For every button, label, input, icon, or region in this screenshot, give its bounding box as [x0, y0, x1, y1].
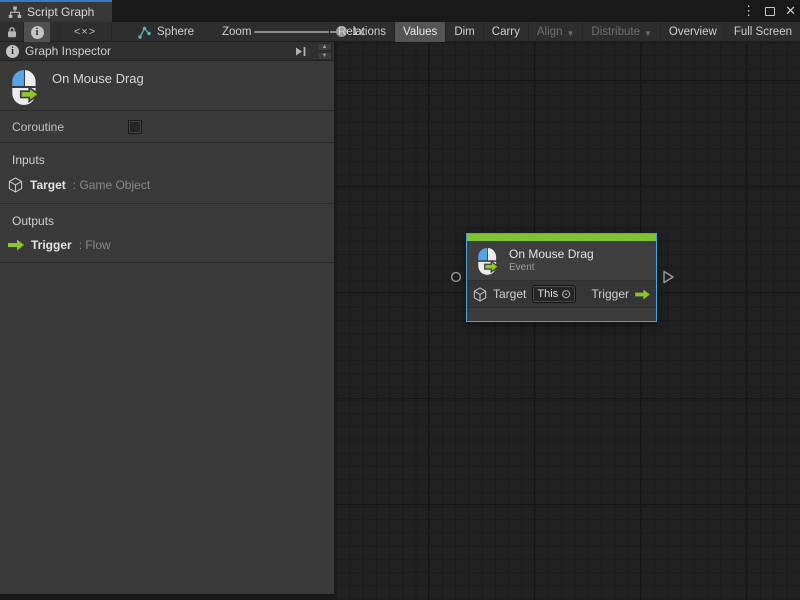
csharp-preview-button[interactable]: <×>: [58, 22, 112, 42]
window-close-icon[interactable]: ✕: [785, 0, 796, 22]
relations-button[interactable]: Relations: [329, 22, 394, 42]
output-type: : Flow: [79, 238, 111, 252]
window-tab-bar: Script Graph ⋮ ✕: [0, 0, 800, 22]
dock-panel-button[interactable]: [295, 46, 308, 57]
carry-button[interactable]: Carry: [483, 22, 528, 42]
chevron-down-icon: ▼: [566, 29, 574, 38]
node-output-label: Trigger: [591, 287, 629, 301]
input-row-target: Target : Game Object: [0, 175, 334, 195]
tab-script-graph[interactable]: Script Graph: [0, 0, 112, 22]
window-menu-icon[interactable]: ⋮: [742, 0, 755, 22]
chevron-down-icon: ▼: [644, 29, 652, 38]
input-type: : Game Object: [73, 178, 150, 192]
tab-title: Script Graph: [27, 5, 94, 19]
event-node-color-bar: [467, 234, 656, 241]
graph-owner-label: Sphere: [157, 26, 194, 38]
graph-asset-icon: [138, 26, 151, 39]
node-input-label: Target: [493, 287, 526, 301]
trigger-output-port[interactable]: [662, 270, 675, 284]
overview-button[interactable]: Overview: [660, 22, 725, 42]
zoom-label: Zoom: [222, 22, 251, 42]
coroutine-row: Coroutine: [0, 111, 334, 143]
info-icon: i: [31, 26, 44, 39]
coroutine-label: Coroutine: [12, 120, 128, 134]
input-name: Target: [30, 178, 66, 192]
scroll-up-button[interactable]: ▲: [317, 43, 332, 51]
distribute-dropdown[interactable]: Distribute ▼: [582, 22, 660, 42]
graph-owner-button[interactable]: Sphere: [132, 22, 218, 42]
node-port-row: Target This ⊙ Trigger: [467, 280, 656, 308]
target-input-port[interactable]: [450, 271, 462, 283]
script-graph-icon: [8, 6, 22, 19]
distribute-label: Distribute: [591, 26, 640, 38]
graph-inspector-panel: i Graph Inspector ▲ ▼ On Mouse Drag Coro…: [0, 42, 335, 597]
graph-toolbar: i <×> Sphere Zoom 1x Relations Values Di…: [0, 22, 800, 42]
cube-icon: [8, 177, 23, 193]
values-button[interactable]: Values: [394, 22, 445, 42]
target-object-value: This: [537, 288, 558, 300]
fullscreen-button[interactable]: Full Screen: [725, 22, 800, 42]
node-footer: [467, 308, 656, 321]
align-label: Align: [537, 26, 563, 38]
align-dropdown[interactable]: Align ▼: [528, 22, 583, 42]
graph-inspector-title: Graph Inspector: [25, 44, 111, 58]
flow-arrow-icon: [8, 239, 24, 251]
inspector-toggle-button[interactable]: i: [24, 22, 50, 42]
dim-button[interactable]: Dim: [445, 22, 482, 42]
graph-canvas[interactable]: On Mouse Drag Event Target This ⊙ Trigge…: [336, 42, 800, 600]
relations-label: Relations: [338, 26, 386, 38]
node-title: On Mouse Drag: [509, 247, 594, 262]
on-mouse-drag-icon: [475, 247, 501, 275]
lock-icon: [6, 26, 18, 38]
values-label: Values: [403, 26, 437, 38]
inspected-node-header: On Mouse Drag: [0, 61, 334, 111]
inputs-title: Inputs: [0, 150, 334, 175]
dim-label: Dim: [454, 26, 474, 38]
info-icon: i: [6, 45, 19, 58]
lock-button[interactable]: [0, 22, 24, 42]
outputs-section: Outputs Trigger : Flow: [0, 204, 334, 263]
fullscreen-label: Full Screen: [734, 26, 792, 38]
flow-arrow-icon: [635, 289, 650, 300]
on-mouse-drag-icon: [8, 69, 42, 105]
scroll-down-button[interactable]: ▼: [317, 52, 332, 60]
overview-label: Overview: [669, 26, 717, 38]
inputs-section: Inputs Target : Game Object: [0, 143, 334, 204]
graph-inspector-header: i Graph Inspector: [0, 42, 334, 61]
object-picker-icon[interactable]: ⊙: [561, 288, 571, 300]
target-object-field[interactable]: This ⊙: [532, 285, 576, 303]
coroutine-checkbox[interactable]: [128, 120, 142, 134]
panel-scroll-spinner: ▲ ▼: [317, 43, 332, 60]
node-header: On Mouse Drag Event: [467, 241, 656, 280]
on-mouse-drag-node[interactable]: On Mouse Drag Event Target This ⊙ Trigge…: [466, 233, 657, 322]
cube-icon: [473, 287, 487, 302]
output-name: Trigger: [31, 238, 72, 252]
carry-label: Carry: [492, 26, 520, 38]
inspected-node-title: On Mouse Drag: [52, 69, 144, 86]
outputs-title: Outputs: [0, 211, 334, 236]
output-row-trigger: Trigger : Flow: [0, 236, 334, 254]
code-icon: <×>: [74, 26, 96, 38]
node-subtitle: Event: [509, 262, 594, 275]
window-maximize-icon[interactable]: [765, 7, 775, 16]
